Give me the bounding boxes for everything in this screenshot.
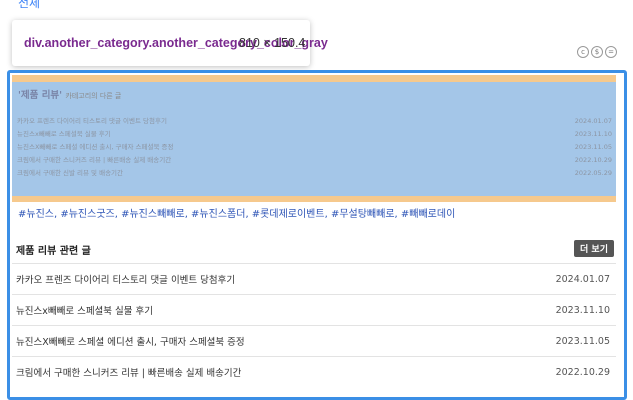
nd-icon: = xyxy=(605,46,617,58)
related-post-date: 2024.01.07 xyxy=(555,273,610,285)
another-category-item-date: 2022.10.29 xyxy=(574,156,612,164)
tooltip-dimensions: 810 × 150.4 xyxy=(239,36,306,50)
tag-link[interactable]: #뉴진스굿즈 xyxy=(60,209,114,220)
another-category-item-date: 2022.05.29 xyxy=(574,169,612,177)
another-category-item-title[interactable]: 카카오 프렌즈 다이어리 티스토리 댓글 이벤트 당첨후기 xyxy=(17,115,167,128)
another-category-item-date: 2023.11.05 xyxy=(574,143,612,151)
tag-link[interactable]: #뉴진스폼더 xyxy=(191,209,245,220)
another-category-item-date: 2023.11.10 xyxy=(574,130,612,138)
tag-link[interactable]: #빼빼로데이 xyxy=(401,209,455,220)
cc-icon: c xyxy=(577,46,589,58)
tag-link[interactable]: #뉴진스 xyxy=(18,209,54,220)
padding-overlay-bottom xyxy=(12,196,616,202)
related-post-row[interactable]: 뉴진스x빼빼로 스페셜북 실물 후기 2023.11.10 xyxy=(12,294,616,325)
related-post-row[interactable]: 카카오 프렌즈 다이어리 티스토리 댓글 이벤트 당첨후기 2024.01.07 xyxy=(12,263,616,294)
another-category-list: 카카오 프렌즈 다이어리 티스토리 댓글 이벤트 당첨후기 2024.01.07 뉴… xyxy=(17,115,612,180)
another-category-item[interactable]: 카카오 프렌즈 다이어리 티스토리 댓글 이벤트 당첨후기 2024.01.07 xyxy=(17,115,612,128)
devtools-inspector-tooltip: div.another_category.another_category_co… xyxy=(12,20,328,66)
padding-overlay-top xyxy=(12,75,616,82)
another-category-item-title[interactable]: 크림에서 구매한 신발 리뷰 및 배송기간 xyxy=(17,167,123,180)
nc-icon: $ xyxy=(591,46,603,58)
tag-list: #뉴진스, #뉴진스굿즈, #뉴진스빼빼로, #뉴진스폼더, #롯데제로이벤트,… xyxy=(18,205,455,220)
another-category-item[interactable]: 크림에서 구매한 신발 리뷰 및 배송기간 2022.05.29 xyxy=(17,167,612,180)
another-category-item-title[interactable]: 크림에서 구매한 스니커즈 리뷰 | 빠른배송 실제 배송기간 xyxy=(17,154,171,167)
another-category-item[interactable]: 뉴진스x빼빼로 스페셜북 실물 후기 2023.11.10 xyxy=(17,128,612,141)
license-icons: c $ = xyxy=(577,46,617,58)
related-post-date: 2022.10.29 xyxy=(555,366,610,378)
another-category-item-title[interactable]: 뉴진스x빼빼로 스페셜북 실물 후기 xyxy=(17,128,111,141)
another-category-title: '제품 리뷰' 카테고리의 다른 글 xyxy=(18,87,121,101)
related-post-title[interactable]: 카카오 프렌즈 다이어리 티스토리 댓글 이벤트 당첨후기 xyxy=(16,272,235,286)
related-post-title[interactable]: 뉴진스X빼빼로 스페셜 에디션 출시, 구매자 스페셜북 증정 xyxy=(16,334,245,348)
another-category-box: '제품 리뷰' 카테고리의 다른 글 카카오 프렌즈 다이어리 티스토리 댓글 … xyxy=(12,75,616,202)
tooltip-selector: div.another_category.another_category_co… xyxy=(24,36,328,50)
related-posts-list: 카카오 프렌즈 다이어리 티스토리 댓글 이벤트 당첨후기 2024.01.07 뉴… xyxy=(12,263,616,387)
tag-link[interactable]: #뉴진스빼빼로 xyxy=(121,209,185,220)
related-post-date: 2023.11.10 xyxy=(555,304,610,316)
category-title-suffix: 카테고리의 다른 글 xyxy=(65,92,122,100)
tag-link[interactable]: #롯데제로이벤트 xyxy=(252,209,325,220)
top-category-link[interactable]: 전체 xyxy=(18,0,40,11)
related-post-title[interactable]: 뉴진스x빼빼로 스페셜북 실물 후기 xyxy=(16,303,153,317)
related-post-title[interactable]: 크림에서 구매한 스니커즈 리뷰 | 빠른배송 실제 배송기간 xyxy=(16,365,241,379)
another-category-item-date: 2024.01.07 xyxy=(574,117,612,125)
category-name[interactable]: '제품 리뷰' xyxy=(18,90,62,101)
another-category-item[interactable]: 크림에서 구매한 스니커즈 리뷰 | 빠른배송 실제 배송기간 2022.10.2… xyxy=(17,154,612,167)
another-category-item-title[interactable]: 뉴진스X빼빼로 스페셜 에디션 출시, 구매자 스페셜북 증정 xyxy=(17,141,173,154)
related-post-date: 2023.11.05 xyxy=(555,335,610,347)
related-post-row[interactable]: 크림에서 구매한 스니커즈 리뷰 | 빠른배송 실제 배송기간 2022.10.2… xyxy=(12,356,616,387)
another-category-item[interactable]: 뉴진스X빼빼로 스페셜 에디션 출시, 구매자 스페셜북 증정 2023.11.0… xyxy=(17,141,612,154)
tag-link[interactable]: #무설탕빼빼로 xyxy=(331,209,395,220)
related-posts-title: 제품 리뷰 관련 글 xyxy=(16,246,91,257)
related-post-row[interactable]: 뉴진스X빼빼로 스페셜 에디션 출시, 구매자 스페셜북 증정 2023.11.0… xyxy=(12,325,616,356)
more-button[interactable]: 더 보기 xyxy=(574,240,614,257)
